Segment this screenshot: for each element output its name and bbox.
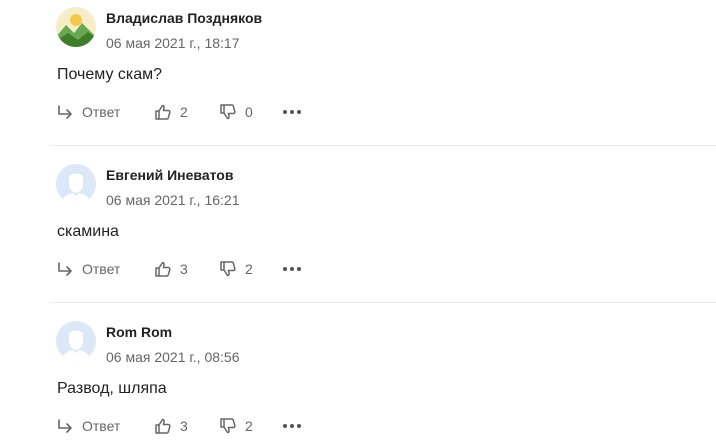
- comment-text: Развод, шляпа: [57, 380, 167, 397]
- thumbs-up-icon: [155, 418, 171, 434]
- dislike-count: 2: [245, 261, 253, 277]
- avatar[interactable]: [56, 7, 96, 47]
- thumbs-down-icon: [220, 104, 236, 120]
- more-dots-icon: [283, 110, 301, 114]
- reply-button[interactable]: Ответ: [56, 258, 120, 280]
- comment-date[interactable]: 06 мая 2021 г., 08:56: [106, 349, 239, 365]
- more-options-button[interactable]: [282, 415, 302, 437]
- default-user-icon: [56, 164, 96, 204]
- reply-button[interactable]: Ответ: [56, 415, 120, 437]
- comment-author[interactable]: Владислав Поздняков: [106, 10, 262, 26]
- landscape-avatar-icon: [56, 7, 96, 47]
- thumbs-up-icon: [155, 261, 171, 277]
- thumbs-up-icon: [155, 104, 171, 120]
- more-options-button[interactable]: [282, 258, 302, 280]
- thumbs-down-icon: [220, 261, 236, 277]
- like-count: 3: [180, 418, 188, 434]
- dislike-button[interactable]: 2: [219, 258, 253, 280]
- dislike-button[interactable]: 2: [219, 415, 253, 437]
- dislike-button[interactable]: 0: [219, 101, 253, 123]
- reply-arrow-icon: [58, 419, 72, 433]
- dislike-count: 0: [245, 104, 253, 120]
- more-options-button[interactable]: [282, 101, 302, 123]
- thumbs-down-icon: [220, 418, 236, 434]
- more-dots-icon: [283, 267, 301, 271]
- comment-date[interactable]: 06 мая 2021 г., 16:21: [106, 192, 239, 208]
- more-dots-icon: [283, 424, 301, 428]
- avatar[interactable]: [56, 321, 96, 361]
- comment-author[interactable]: Rom Rom: [106, 324, 172, 340]
- avatar[interactable]: [56, 164, 96, 204]
- reply-arrow-icon: [58, 105, 72, 119]
- like-button[interactable]: 3: [154, 258, 188, 280]
- dislike-count: 2: [245, 418, 253, 434]
- like-count: 3: [180, 261, 188, 277]
- like-button[interactable]: 3: [154, 415, 188, 437]
- divider: [50, 145, 716, 146]
- comment-author[interactable]: Евгений Иневатов: [106, 167, 233, 183]
- reply-label: Ответ: [82, 418, 121, 434]
- divider: [50, 302, 716, 303]
- like-button[interactable]: 2: [154, 101, 188, 123]
- reply-label: Ответ: [82, 104, 121, 120]
- comment-text: скамина: [57, 223, 119, 240]
- comment-text: Почему скам?: [57, 66, 163, 83]
- reply-button[interactable]: Ответ: [56, 101, 120, 123]
- comment-date[interactable]: 06 мая 2021 г., 18:17: [106, 35, 239, 51]
- reply-arrow-icon: [58, 262, 72, 276]
- default-user-icon: [56, 321, 96, 361]
- like-count: 2: [180, 104, 188, 120]
- reply-label: Ответ: [82, 261, 121, 277]
